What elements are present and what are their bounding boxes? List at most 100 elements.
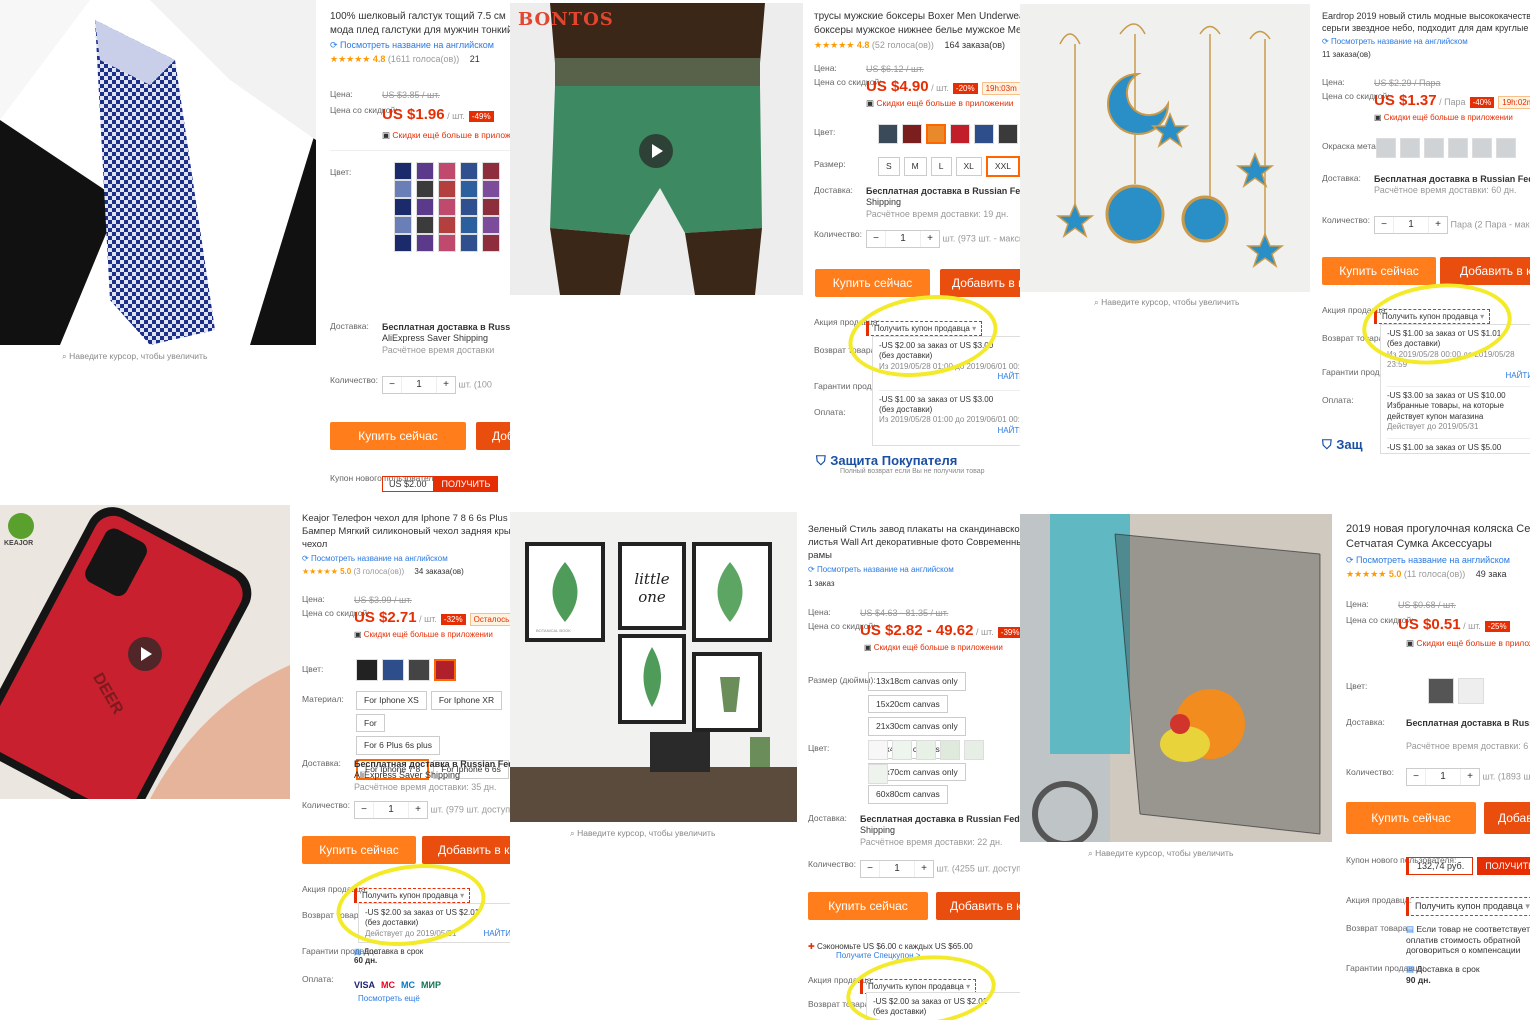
app-discount-link[interactable]: Скидки ещё больше в приложении: [864, 643, 1003, 652]
color-option-1[interactable]: [356, 659, 378, 681]
color-option-14[interactable]: [460, 198, 478, 216]
color-option-4[interactable]: [460, 162, 478, 180]
app-discount-link[interactable]: Скидки ещё больше в приложении: [382, 130, 510, 140]
votes-count[interactable]: (1611 голоса(ов)): [388, 54, 459, 64]
color-option-1[interactable]: [868, 740, 888, 760]
color-option-1[interactable]: [394, 162, 412, 180]
add-to-cart-button[interactable]: Добавить в корзину: [1440, 257, 1530, 285]
option-3[interactable]: L: [930, 157, 952, 176]
color-option-2[interactable]: [382, 659, 404, 681]
coupon-1-find-link[interactable]: НАЙТИ: [1506, 371, 1530, 381]
product-image-tie[interactable]: [0, 0, 316, 345]
play-video-button[interactable]: [128, 637, 162, 671]
product-image-posters[interactable]: little one BOTANICAL BOOK: [510, 512, 797, 822]
option-1[interactable]: For Iphone XS: [356, 691, 427, 710]
get-coupon-button[interactable]: ПОЛУЧИТЬ: [433, 476, 499, 492]
color-option-12[interactable]: [416, 198, 434, 216]
coupon-2-find-link[interactable]: НАЙТИ: [998, 426, 1021, 436]
see-more-link[interactable]: Посмотреть ещё: [358, 994, 420, 1003]
option-3[interactable]: 21x30cm canvas only: [868, 717, 966, 736]
color-option-6[interactable]: [998, 124, 1018, 144]
add-to-cart-button[interactable]: Добавить в корзину: [476, 422, 510, 450]
color-option-25[interactable]: [482, 234, 500, 252]
color-option-5[interactable]: [1472, 138, 1492, 158]
quantity-stepper[interactable]: −1 +: [860, 860, 934, 878]
coupon-1-find-link[interactable]: НАЙТИ: [998, 372, 1021, 382]
color-option-20[interactable]: [482, 216, 500, 234]
quantity-input[interactable]: 1: [885, 231, 921, 247]
add-to-cart-button[interactable]: Добавить в корзину: [940, 269, 1020, 297]
votes-count[interactable]: (3 голоса(ов)): [353, 567, 404, 576]
buy-now-button[interactable]: Купить сейчас: [1346, 802, 1476, 834]
option-5[interactable]: XXL: [985, 156, 1020, 177]
app-discount-link[interactable]: Скидки ещё больше в приложении: [354, 630, 493, 639]
option-4[interactable]: For 6 Plus 6s plus: [356, 736, 441, 755]
quantity-stepper[interactable]: −1 +: [1374, 216, 1448, 234]
color-option-22[interactable]: [416, 234, 434, 252]
color-option-2[interactable]: [892, 740, 912, 760]
quantity-input[interactable]: 1: [1393, 217, 1429, 233]
color-option-4[interactable]: [434, 659, 456, 681]
translate-link[interactable]: Посмотреть название на английском: [1322, 37, 1530, 47]
minus-button[interactable]: −: [1407, 769, 1425, 785]
color-option-1[interactable]: [1376, 138, 1396, 158]
option-2[interactable]: 15x20cm canvas: [868, 694, 948, 714]
buy-now-button[interactable]: Купить сейчас: [815, 269, 930, 297]
color-option-10[interactable]: [482, 180, 500, 198]
add-to-cart-button[interactable]: Добавить в корзину: [422, 836, 510, 864]
translate-link[interactable]: Посмотреть название на английском: [808, 565, 1020, 575]
color-option-6[interactable]: [1496, 138, 1516, 158]
option-1[interactable]: 13x18cm canvas only: [868, 672, 966, 691]
color-option-1[interactable]: [878, 124, 898, 144]
color-option-17[interactable]: [416, 216, 434, 234]
get-seller-coupon-dropdown[interactable]: Получить купон продавца: [1406, 897, 1530, 916]
quantity-stepper[interactable]: −1 +: [382, 376, 456, 394]
add-to-cart-button[interactable]: Добавить в корзину: [936, 892, 1020, 920]
minus-button[interactable]: −: [383, 377, 401, 393]
app-discount-link[interactable]: Скидки ещё больше в приложении: [1406, 638, 1530, 648]
option-3[interactable]: For: [356, 713, 385, 733]
buy-now-button[interactable]: Купить сейчас: [330, 422, 466, 450]
color-option-3[interactable]: [408, 659, 430, 681]
option-2[interactable]: M: [903, 157, 927, 176]
color-option-7[interactable]: [416, 180, 434, 198]
quantity-stepper[interactable]: −1 +: [1406, 768, 1480, 786]
color-option-2[interactable]: [902, 124, 922, 144]
color-option-19[interactable]: [460, 216, 478, 234]
color-option-11[interactable]: [394, 198, 412, 216]
minus-button[interactable]: −: [1375, 217, 1393, 233]
color-option-13[interactable]: [438, 198, 456, 216]
play-video-button[interactable]: [639, 134, 673, 168]
minus-button[interactable]: −: [861, 861, 879, 877]
color-option-16[interactable]: [394, 216, 412, 234]
translate-link[interactable]: Посмотреть название на английском: [330, 40, 510, 51]
quantity-input[interactable]: 1: [373, 802, 409, 818]
buy-now-button[interactable]: Купить сейчас: [302, 836, 416, 864]
coupon-1-find-link[interactable]: НАЙТИ: [484, 929, 511, 939]
color-option-3[interactable]: [1424, 138, 1444, 158]
product-image-phone-case[interactable]: KEAJOR DEER: [0, 505, 290, 799]
product-image-stroller-net[interactable]: [1020, 514, 1332, 842]
app-discount-link[interactable]: Скидки ещё больше в приложении: [866, 98, 1014, 108]
color-option-5[interactable]: [974, 124, 994, 144]
color-option-24[interactable]: [460, 234, 478, 252]
quantity-input[interactable]: 1: [401, 377, 437, 393]
plus-button[interactable]: +: [915, 861, 933, 877]
buy-now-button[interactable]: Купить сейчас: [1322, 257, 1436, 285]
color-option-15[interactable]: [482, 198, 500, 216]
color-option-2[interactable]: [1400, 138, 1420, 158]
color-option-4[interactable]: [940, 740, 960, 760]
color-option-8[interactable]: [438, 180, 456, 198]
color-option-6[interactable]: [394, 180, 412, 198]
app-discount-link[interactable]: Скидки ещё больше в приложении: [1374, 113, 1513, 122]
color-option-3[interactable]: [438, 162, 456, 180]
quantity-stepper[interactable]: −1 +: [354, 801, 428, 819]
color-option-white[interactable]: [1458, 678, 1484, 704]
color-option-21[interactable]: [394, 234, 412, 252]
option-2[interactable]: For Iphone XR: [430, 691, 503, 710]
option-4[interactable]: XL: [955, 157, 982, 176]
color-option-5[interactable]: [964, 740, 984, 760]
color-option-3[interactable]: [926, 124, 946, 144]
plus-button[interactable]: +: [1461, 769, 1479, 785]
translate-link[interactable]: Посмотреть название на английском: [302, 554, 510, 564]
